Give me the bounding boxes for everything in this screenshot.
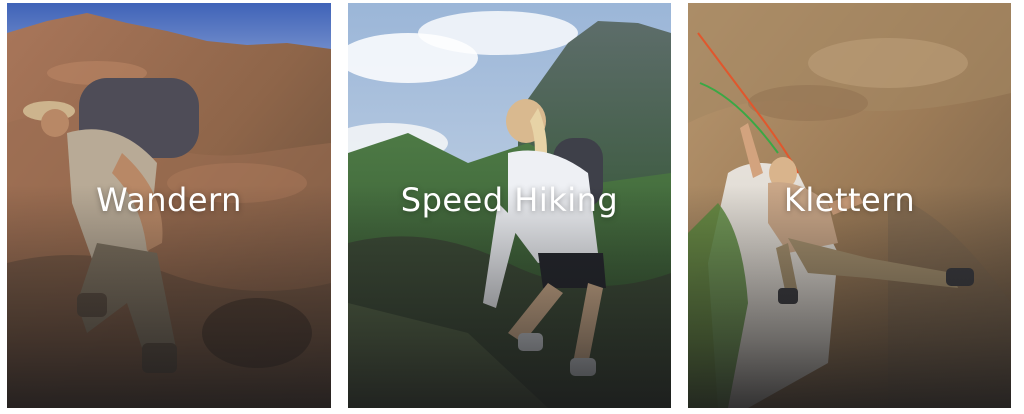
- category-card-wandern[interactable]: Wandern: [7, 3, 331, 408]
- category-card-klettern[interactable]: Klettern: [688, 3, 1011, 408]
- activity-category-grid: Wandern Speed Hiking Klettern: [0, 0, 1024, 414]
- category-label-wandern: Wandern: [96, 181, 242, 219]
- category-card-speed-hiking[interactable]: Speed Hiking: [348, 3, 671, 408]
- category-label-speed-hiking: Speed Hiking: [400, 181, 619, 219]
- category-label-klettern: Klettern: [783, 181, 916, 219]
